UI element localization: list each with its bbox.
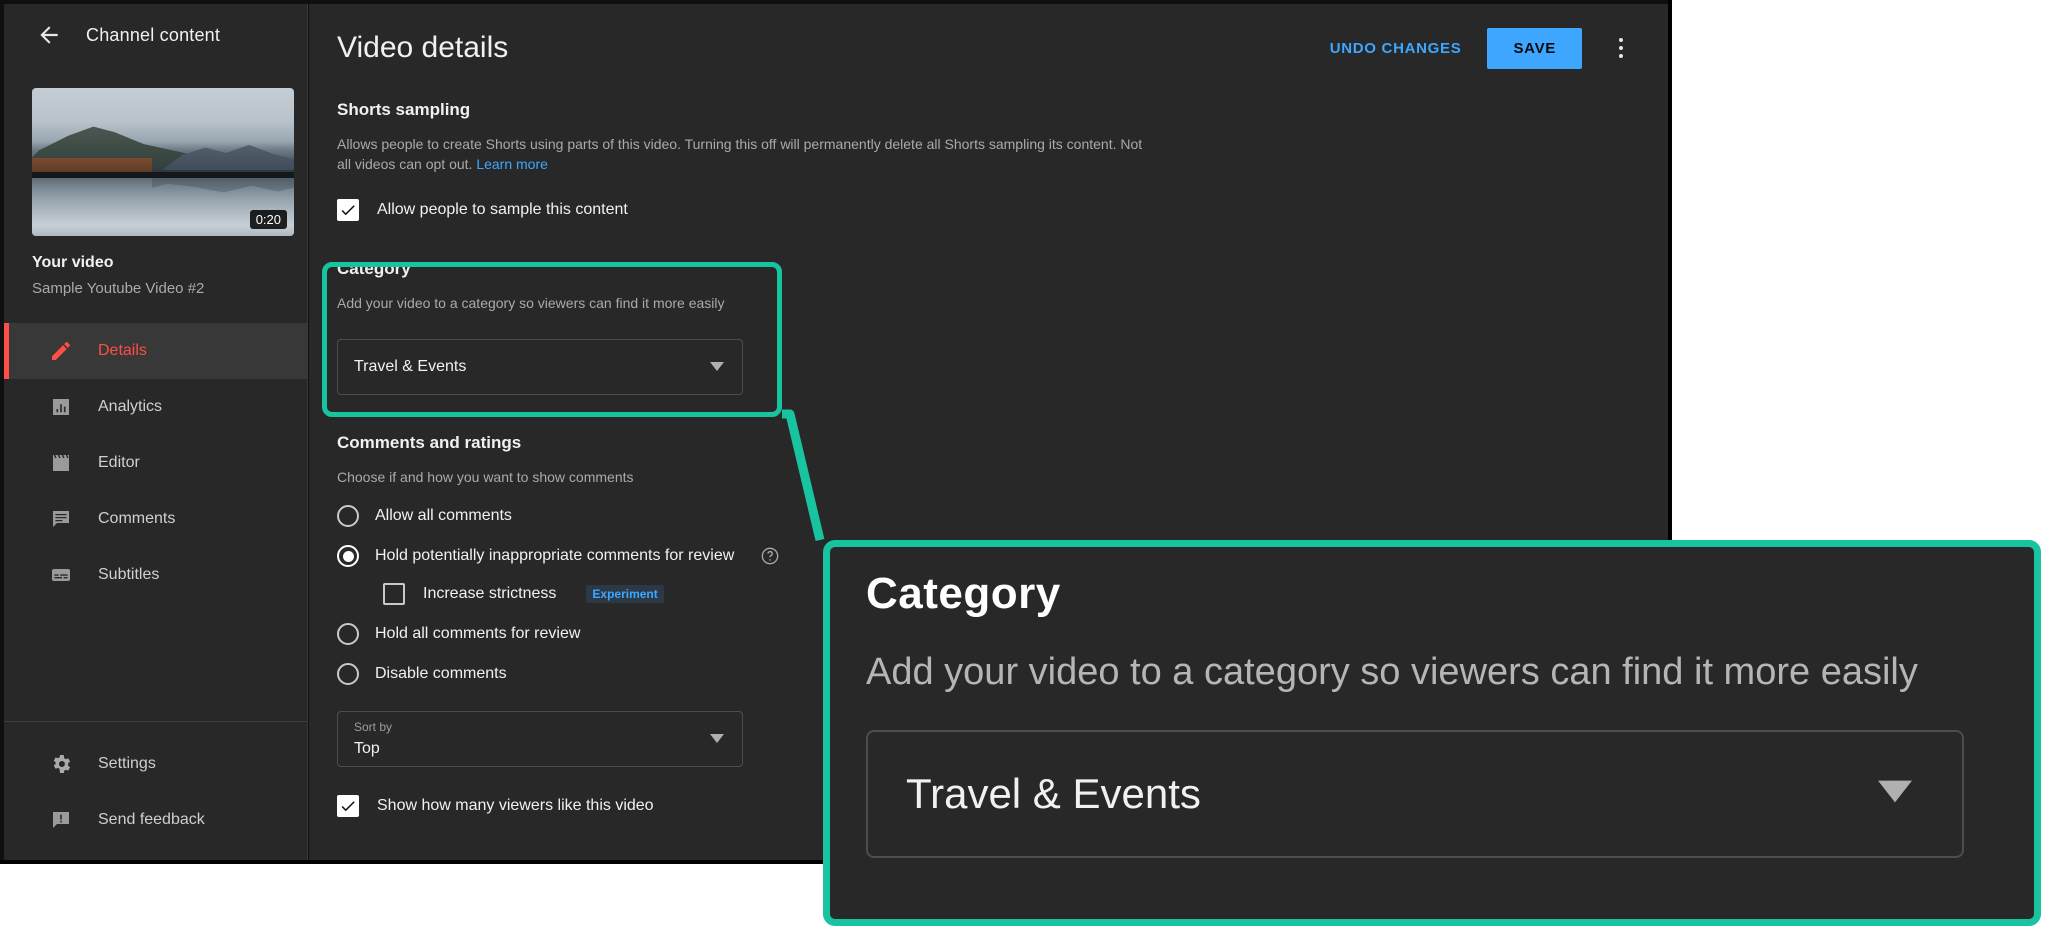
undo-changes-button[interactable]: UNDO CHANGES xyxy=(1330,40,1462,57)
sidebar-item-label: Editor xyxy=(98,454,140,471)
chevron-down-icon xyxy=(710,358,724,376)
allow-sampling-row[interactable]: Allow people to sample this content xyxy=(337,198,1634,221)
sidebar-title: Channel content xyxy=(86,24,221,45)
callout-category-selected-value: Travel & Events xyxy=(906,770,1201,817)
sidebar-item-label: Details xyxy=(98,342,147,359)
experiment-badge: Experiment xyxy=(586,585,664,604)
video-duration-badge: 0:20 xyxy=(249,210,287,229)
shorts-description-text: Allows people to create Shorts using par… xyxy=(337,136,1143,173)
radio-button[interactable] xyxy=(337,663,359,686)
callout-content: Category Add your video to a category so… xyxy=(830,547,2034,858)
radio-label: Hold potentially inappropriate comments … xyxy=(375,547,735,565)
increase-strictness-label: Increase strictness xyxy=(423,585,557,603)
radio-label: Hold all comments for review xyxy=(375,625,581,643)
callout-category-title: Category xyxy=(866,569,1061,618)
radio-label: Allow all comments xyxy=(375,507,512,525)
sidebar-item-send-feedback[interactable]: Send feedback xyxy=(4,792,307,848)
category-selected-value: Travel & Events xyxy=(354,357,467,375)
page-header: Video details UNDO CHANGES SAVE xyxy=(309,4,1668,92)
video-label: Your video xyxy=(32,254,114,271)
back-arrow-icon[interactable] xyxy=(34,20,64,50)
radio-allow-all-comments[interactable]: Allow all comments xyxy=(337,505,1634,528)
sidebar-item-comments[interactable]: Comments xyxy=(4,491,307,547)
save-button[interactable]: SAVE xyxy=(1487,27,1582,69)
video-name: Sample Youtube Video #2 xyxy=(32,280,205,297)
sidebar-item-subtitles[interactable]: Subtitles xyxy=(4,547,307,603)
shorts-sampling-title: Shorts sampling xyxy=(337,100,471,119)
sidebar: Channel content 0:20 Your video Sample Y… xyxy=(4,4,308,860)
radio-button[interactable] xyxy=(337,545,359,568)
show-likes-label: Show how many viewers like this video xyxy=(377,797,654,815)
bar-chart-icon xyxy=(48,394,74,420)
shorts-sampling-description: Allows people to create Shorts using par… xyxy=(337,134,1147,175)
header-actions: UNDO CHANGES SAVE xyxy=(1330,27,1634,69)
sort-by-value: Top xyxy=(354,740,380,758)
show-likes-checkbox[interactable] xyxy=(337,795,359,818)
category-title: Category xyxy=(337,258,411,278)
sidebar-item-label: Settings xyxy=(98,755,156,772)
sidebar-item-editor[interactable]: Editor xyxy=(4,435,307,491)
sidebar-header: Channel content xyxy=(4,4,307,66)
chevron-down-icon xyxy=(1878,780,1912,808)
sidebar-divider xyxy=(4,721,307,722)
radio-label: Disable comments xyxy=(375,665,507,683)
callout-category-select[interactable]: Travel & Events xyxy=(866,730,1964,858)
help-circle-icon[interactable] xyxy=(760,546,780,566)
screenshot-root: Channel content 0:20 Your video Sample Y… xyxy=(0,0,2048,938)
gear-icon xyxy=(48,751,74,777)
sidebar-item-label: Subtitles xyxy=(98,566,160,583)
sidebar-nav: Details Analytics Editor Comments Subtit… xyxy=(4,323,307,603)
category-magnified-callout: Category Add your video to a category so… xyxy=(823,540,2041,926)
allow-sampling-label: Allow people to sample this content xyxy=(377,200,628,218)
page-title: Video details xyxy=(337,31,509,64)
chevron-down-icon xyxy=(710,730,724,748)
sidebar-item-label: Comments xyxy=(98,510,176,527)
feedback-icon xyxy=(48,807,74,833)
sidebar-item-analytics[interactable]: Analytics xyxy=(4,379,307,435)
shorts-sampling-section: Shorts sampling Allows people to create … xyxy=(337,100,1634,221)
increase-strictness-checkbox[interactable] xyxy=(383,583,405,606)
learn-more-link[interactable]: Learn more xyxy=(476,156,548,172)
callout-category-description: Add your video to a category so viewers … xyxy=(866,651,1918,693)
allow-sampling-checkbox[interactable] xyxy=(337,198,359,221)
video-thumbnail[interactable]: 0:20 xyxy=(32,88,294,236)
sort-by-float-label: Sort by xyxy=(354,720,393,735)
category-section: Category Add your video to a category so… xyxy=(337,259,1634,395)
radio-button[interactable] xyxy=(337,505,359,528)
category-description: Add your video to a category so viewers … xyxy=(337,294,725,311)
sidebar-item-label: Analytics xyxy=(98,398,163,415)
clapperboard-icon xyxy=(48,450,74,476)
video-meta: Your video Sample Youtube Video #2 xyxy=(4,236,307,297)
comment-icon xyxy=(48,506,74,532)
sidebar-item-settings[interactable]: Settings xyxy=(4,736,307,792)
category-select[interactable]: Travel & Events xyxy=(337,338,743,395)
pencil-icon xyxy=(48,338,74,364)
comments-ratings-description: Choose if and how you want to show comme… xyxy=(337,468,634,485)
sidebar-item-details[interactable]: Details xyxy=(4,323,307,379)
subtitles-icon xyxy=(48,562,74,588)
sidebar-item-label: Send feedback xyxy=(98,811,205,828)
sort-by-select[interactable]: Sort by Top xyxy=(337,711,743,768)
kebab-menu-icon[interactable] xyxy=(1608,33,1634,63)
comments-ratings-title: Comments and ratings xyxy=(337,432,522,452)
radio-button[interactable] xyxy=(337,623,359,646)
sidebar-bottom-nav: Settings Send feedback xyxy=(4,721,307,848)
